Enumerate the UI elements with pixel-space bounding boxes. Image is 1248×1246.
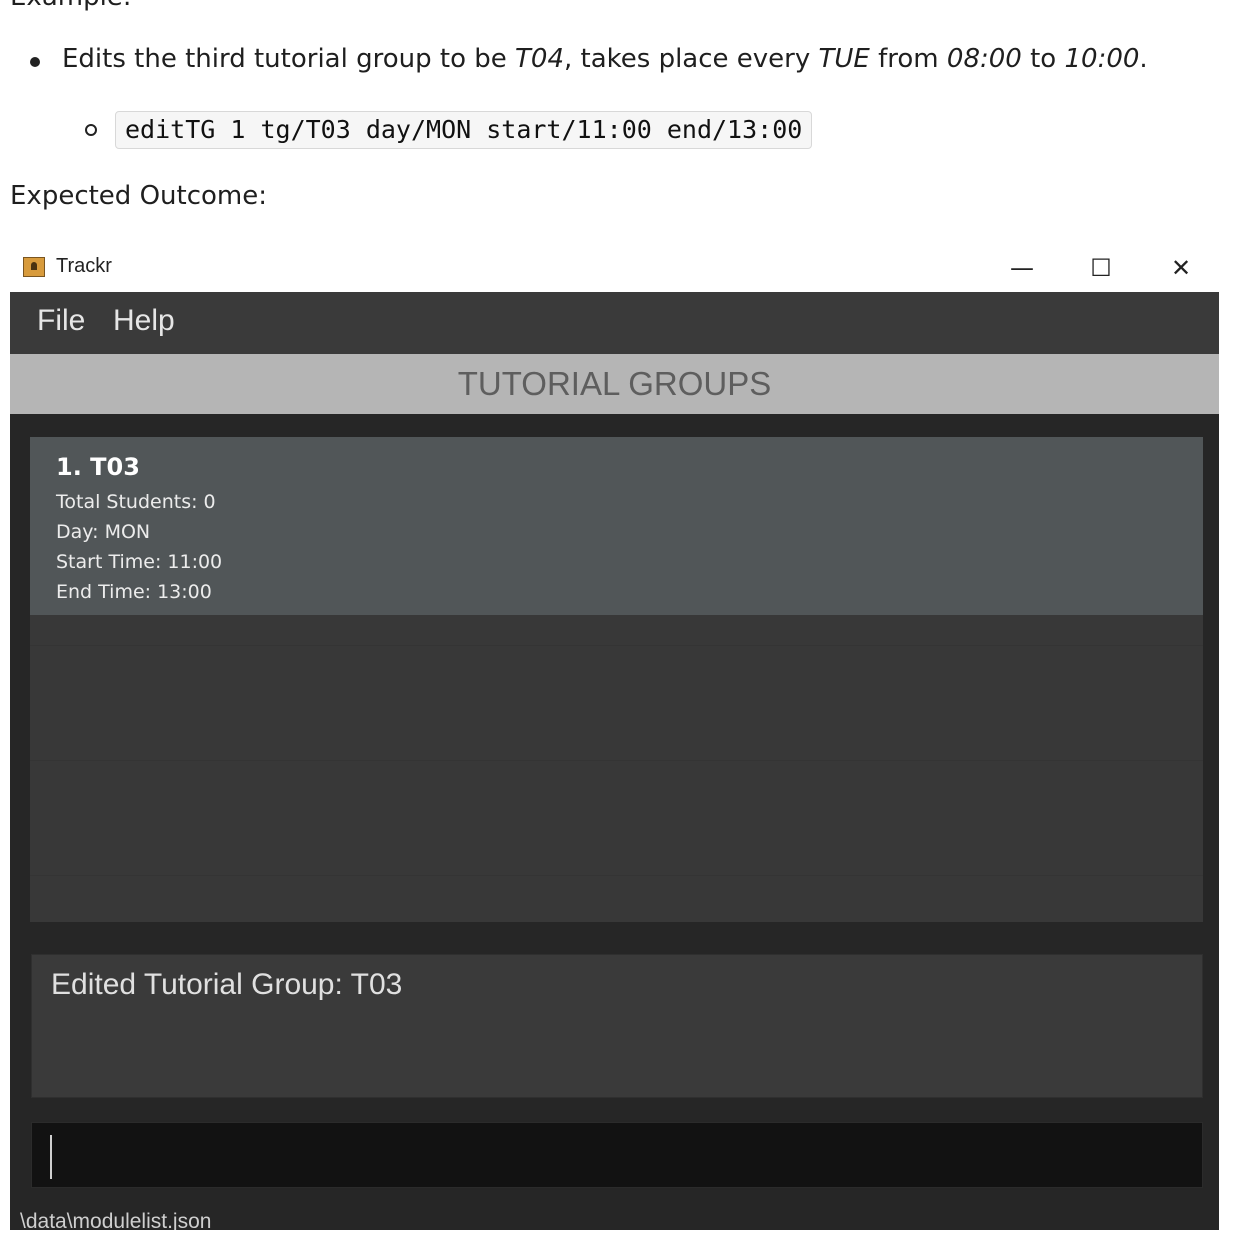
tutorial-day: Day: MON xyxy=(56,521,151,543)
command-example-code: editTG 1 tg/T03 day/MON start/11:00 end/… xyxy=(115,111,813,149)
bullet-text: Edits the third tutorial group to be T04… xyxy=(62,44,1148,74)
tutorial-group-card[interactable]: 1. T03 Total Students: 0 Day: MON Start … xyxy=(30,437,1203,615)
menu-help[interactable]: Help xyxy=(113,304,175,338)
result-message: Edited Tutorial Group: T03 xyxy=(51,968,403,1001)
empty-list-row xyxy=(30,875,1203,876)
empty-list-row xyxy=(30,645,1203,646)
doc-heading-partial: Example: xyxy=(10,0,132,12)
text-caret xyxy=(50,1135,52,1179)
empty-list-row xyxy=(30,760,1203,761)
minimize-icon[interactable]: — xyxy=(1002,252,1042,284)
status-bar-file-path: \data\modulelist.json xyxy=(20,1210,212,1230)
tutorial-group-title: 1. T03 xyxy=(56,453,140,481)
close-icon[interactable]: ✕ xyxy=(1161,252,1201,284)
tutorial-end-time: End Time: 13:00 xyxy=(56,581,212,603)
result-display: Edited Tutorial Group: T03 xyxy=(31,954,1203,1098)
menu-bar: File Help xyxy=(10,292,1219,354)
command-input[interactable] xyxy=(46,1131,1190,1181)
menu-file[interactable]: File xyxy=(37,304,85,338)
command-box[interactable] xyxy=(31,1122,1203,1188)
app-window: File Help TUTORIAL GROUPS 1. T03 Total S… xyxy=(10,292,1219,1230)
tutorial-start-time: Start Time: 11:00 xyxy=(56,551,223,573)
tutorial-group-list[interactable]: 1. T03 Total Students: 0 Day: MON Start … xyxy=(30,437,1203,922)
maximize-icon[interactable]: ☐ xyxy=(1081,252,1121,284)
bullet-dot xyxy=(30,57,40,67)
app-person-icon xyxy=(23,257,45,277)
total-students: Total Students: 0 xyxy=(56,491,216,513)
section-title: TUTORIAL GROUPS xyxy=(10,354,1219,414)
sub-bullet-circle xyxy=(85,124,97,136)
window-title: Trackr xyxy=(56,255,112,277)
window-titlebar[interactable]: Trackr — ☐ ✕ xyxy=(10,246,1219,292)
expected-outcome-label: Expected Outcome: xyxy=(10,181,267,211)
